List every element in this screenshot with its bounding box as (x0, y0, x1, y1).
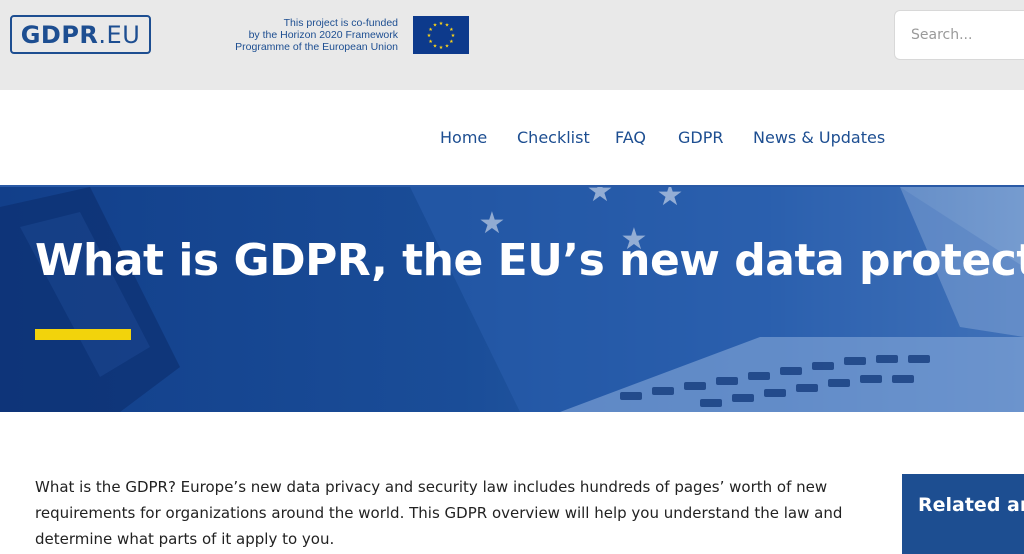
related-articles-box: Related articles (902, 474, 1024, 554)
nav-checklist[interactable]: Checklist (517, 128, 590, 147)
logo-bold-text: GDPR (20, 20, 99, 49)
eu-flag-icon: ★ ★ ★ ★ ★ ★ ★ ★ ★ ★ ★ ★ (413, 16, 469, 54)
svg-text:★: ★ (433, 43, 438, 49)
svg-text:★: ★ (433, 23, 438, 29)
svg-text:★: ★ (428, 39, 433, 45)
nav-news-updates[interactable]: News & Updates (753, 128, 885, 147)
site-logo[interactable]: GDPR .EU (10, 15, 151, 54)
nav-gdpr[interactable]: GDPR (678, 128, 723, 147)
svg-text:★: ★ (439, 45, 444, 51)
logo-ext-text: .EU (98, 20, 141, 49)
svg-text:★: ★ (439, 21, 444, 27)
svg-text:★: ★ (657, 187, 684, 213)
hero-banner: ★ ★ ★ ★ What is GDPR, the EU’s new data … (0, 185, 1024, 412)
title-accent-bar (35, 329, 131, 340)
top-bar: GDPR .EU This project is co-funded by the… (0, 0, 1024, 90)
cofunding-notice: This project is co-funded by the Horizon… (212, 17, 398, 53)
svg-text:★: ★ (587, 187, 614, 209)
hero-background-image: ★ ★ ★ ★ (0, 187, 1024, 412)
cofund-line: This project is co-funded (283, 17, 398, 29)
nav-faq[interactable]: FAQ (615, 128, 646, 147)
search-input[interactable] (894, 10, 1024, 60)
main-nav: Home Checklist FAQ GDPR News & Updates (0, 90, 1024, 185)
svg-text:★: ★ (445, 43, 450, 49)
svg-text:★: ★ (427, 33, 432, 39)
nav-home[interactable]: Home (440, 128, 487, 147)
related-articles-title: Related articles (918, 494, 1024, 516)
svg-text:★: ★ (449, 39, 454, 45)
cofund-line: by the Horizon 2020 Framework (248, 29, 398, 41)
article-intro: What is the GDPR? Europe’s new data priv… (35, 478, 843, 548)
page-title: What is GDPR, the EU’s new data protecti… (35, 235, 1024, 286)
cofund-line: Programme of the European Union (235, 41, 398, 53)
